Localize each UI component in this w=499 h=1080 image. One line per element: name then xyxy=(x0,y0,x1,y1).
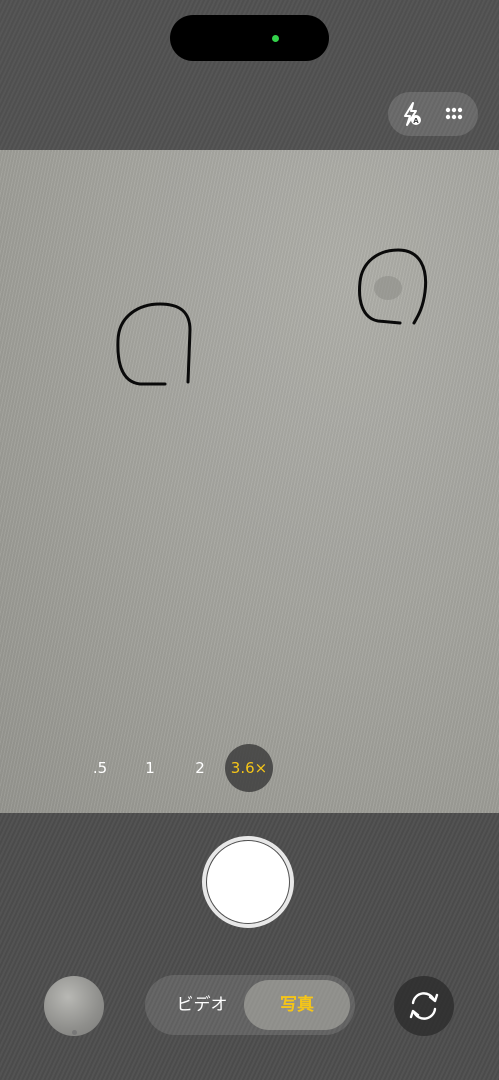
camera-viewfinder[interactable] xyxy=(0,150,499,813)
camera-flip-button[interactable] xyxy=(394,976,454,1036)
flash-auto-icon: A xyxy=(404,102,421,126)
dynamic-island xyxy=(170,15,329,61)
more-dots-icon xyxy=(445,107,463,120)
zoom-option-0.5[interactable]: .5 xyxy=(84,744,116,792)
thumbnail-indicator xyxy=(72,1030,77,1035)
zoom-selector: .5 1 2 3.6× xyxy=(0,744,499,794)
shutter-button[interactable] xyxy=(207,841,289,923)
wall-stain xyxy=(374,276,402,300)
zoom-option-2[interactable]: 2 xyxy=(184,744,216,792)
flash-auto-button[interactable]: A xyxy=(388,92,433,136)
zoom-option-selected[interactable]: 3.6× xyxy=(225,744,273,792)
circle-mark-left xyxy=(116,302,192,386)
last-photo-thumbnail[interactable] xyxy=(44,976,104,1036)
top-controls: A xyxy=(388,92,478,136)
camera-flip-icon xyxy=(409,992,439,1020)
mode-video[interactable]: ビデオ xyxy=(166,975,238,1035)
zoom-option-1[interactable]: 1 xyxy=(134,744,166,792)
mode-photo[interactable]: 写真 xyxy=(244,980,350,1030)
annotation-marks xyxy=(116,248,428,386)
more-options-button[interactable] xyxy=(433,92,478,136)
camera-in-use-indicator xyxy=(272,35,279,42)
svg-text:A: A xyxy=(413,117,419,125)
